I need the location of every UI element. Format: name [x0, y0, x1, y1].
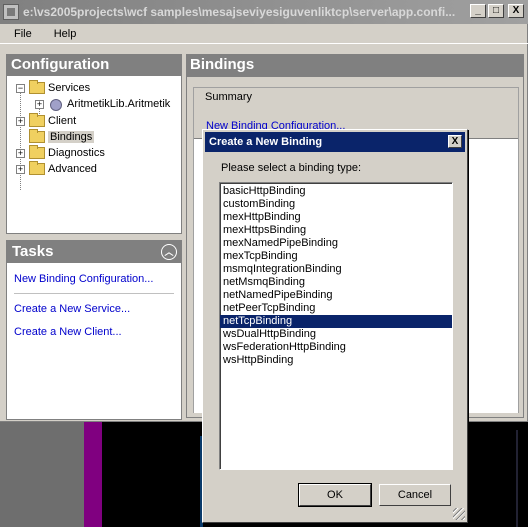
tree-item-label: Services — [48, 82, 91, 94]
minimize-button[interactable]: _ — [470, 4, 486, 18]
tree-item-label: Bindings — [48, 131, 95, 143]
expand-icon[interactable]: + — [16, 116, 25, 126]
app-icon — [3, 4, 19, 20]
dialog-title: Create a New Binding — [209, 136, 323, 148]
desktop-background-left-panel — [0, 422, 84, 527]
bindings-header: Bindings — [186, 54, 524, 76]
binding-list-item[interactable]: netTcpBinding — [220, 315, 452, 328]
binding-list-item[interactable]: wsHttpBinding — [220, 354, 452, 367]
binding-list-item[interactable]: msmqIntegrationBinding — [220, 263, 452, 276]
folder-icon — [29, 80, 45, 94]
close-button[interactable]: X — [508, 4, 524, 18]
binding-list-item[interactable]: mexTcpBinding — [220, 250, 452, 263]
binding-list-item[interactable]: customBinding — [220, 198, 452, 211]
tree-item-advanced[interactable]: + Advanced — [16, 161, 97, 177]
tree-item-label: Diagnostics — [48, 147, 105, 159]
tree-item-diagnostics[interactable]: + Diagnostics — [16, 145, 105, 161]
dialog-close-button[interactable]: X — [448, 135, 462, 148]
binding-list-item[interactable]: wsDualHttpBinding — [220, 328, 452, 341]
binding-list-item[interactable]: basicHttpBinding — [220, 185, 452, 198]
chevron-up-icon[interactable]: ︿ — [161, 244, 177, 260]
desktop-background-purple-strip — [84, 422, 102, 527]
service-icon — [48, 97, 64, 111]
binding-list-item[interactable]: mexNamedPipeBinding — [220, 237, 452, 250]
binding-list-item[interactable]: netMsmqBinding — [220, 276, 452, 289]
menu-bar: File Help — [0, 24, 528, 44]
maximize-button[interactable]: □ — [488, 4, 504, 18]
binding-list-item[interactable]: mexHttpsBinding — [220, 224, 452, 237]
binding-type-listbox[interactable]: basicHttpBinding customBinding mexHttpBind… — [219, 182, 453, 470]
resize-grip-icon[interactable] — [453, 508, 465, 520]
folder-icon — [29, 113, 45, 127]
binding-list-item[interactable]: netNamedPipeBinding — [220, 289, 452, 302]
tree-item-service-aritmetik[interactable]: + AritmetikLib.Aritmetik — [35, 96, 170, 112]
window-controls: _ □ X — [470, 4, 524, 18]
summary-label: Summary — [202, 91, 256, 103]
cancel-button[interactable]: Cancel — [379, 484, 451, 506]
tree-item-services[interactable]: − Services — [16, 80, 90, 96]
expand-icon[interactable]: + — [35, 99, 44, 109]
binding-list-item[interactable]: netPeerTcpBinding — [220, 302, 452, 315]
menu-help[interactable]: Help — [40, 28, 85, 40]
tree-item-label: Advanced — [48, 163, 97, 175]
task-separator — [14, 293, 174, 294]
binding-list-item[interactable]: mexHttpBinding — [220, 211, 452, 224]
folder-icon — [29, 145, 45, 159]
folder-icon — [29, 161, 45, 175]
configuration-tree: − Services + AritmetikLib.Aritmetik + Cl… — [6, 76, 182, 234]
task-create-new-client[interactable]: Create a New Client... — [14, 326, 122, 338]
tree-item-client[interactable]: + Client — [16, 113, 76, 129]
configuration-pane: Configuration − Services + AritmetikLib.… — [6, 54, 182, 420]
tasks-title: Tasks — [12, 243, 54, 260]
configuration-header: Configuration — [6, 54, 182, 76]
desktop-background-right-line — [516, 430, 518, 527]
title-bar[interactable]: e:\vs2005projects\wcf samples\mesajseviy… — [0, 0, 528, 24]
tree-item-label: AritmetikLib.Aritmetik — [67, 98, 171, 110]
tasks-header: Tasks ︿ — [7, 241, 181, 263]
binding-list-item[interactable]: wsFederationHttpBinding — [220, 341, 452, 354]
collapse-icon[interactable]: − — [16, 83, 25, 93]
task-new-binding-configuration[interactable]: New Binding Configuration... — [14, 273, 153, 285]
dialog-prompt: Please select a binding type: — [221, 162, 362, 174]
menu-file[interactable]: File — [0, 28, 40, 40]
create-binding-dialog: Create a New Binding X Please select a b… — [202, 129, 468, 523]
tree-item-label: Client — [48, 115, 77, 127]
tree-item-bindings[interactable]: Bindings — [29, 129, 95, 145]
ok-button[interactable]: OK — [298, 483, 372, 507]
expand-icon[interactable]: + — [16, 148, 25, 158]
tasks-panel: Tasks ︿ New Binding Configuration... Cre… — [6, 240, 182, 420]
window-title: e:\vs2005projects\wcf samples\mesajseviy… — [23, 5, 456, 19]
expand-icon[interactable]: + — [16, 164, 25, 174]
folder-icon — [29, 129, 45, 143]
task-create-new-service[interactable]: Create a New Service... — [14, 303, 130, 315]
dialog-title-bar[interactable]: Create a New Binding X — [205, 132, 465, 152]
